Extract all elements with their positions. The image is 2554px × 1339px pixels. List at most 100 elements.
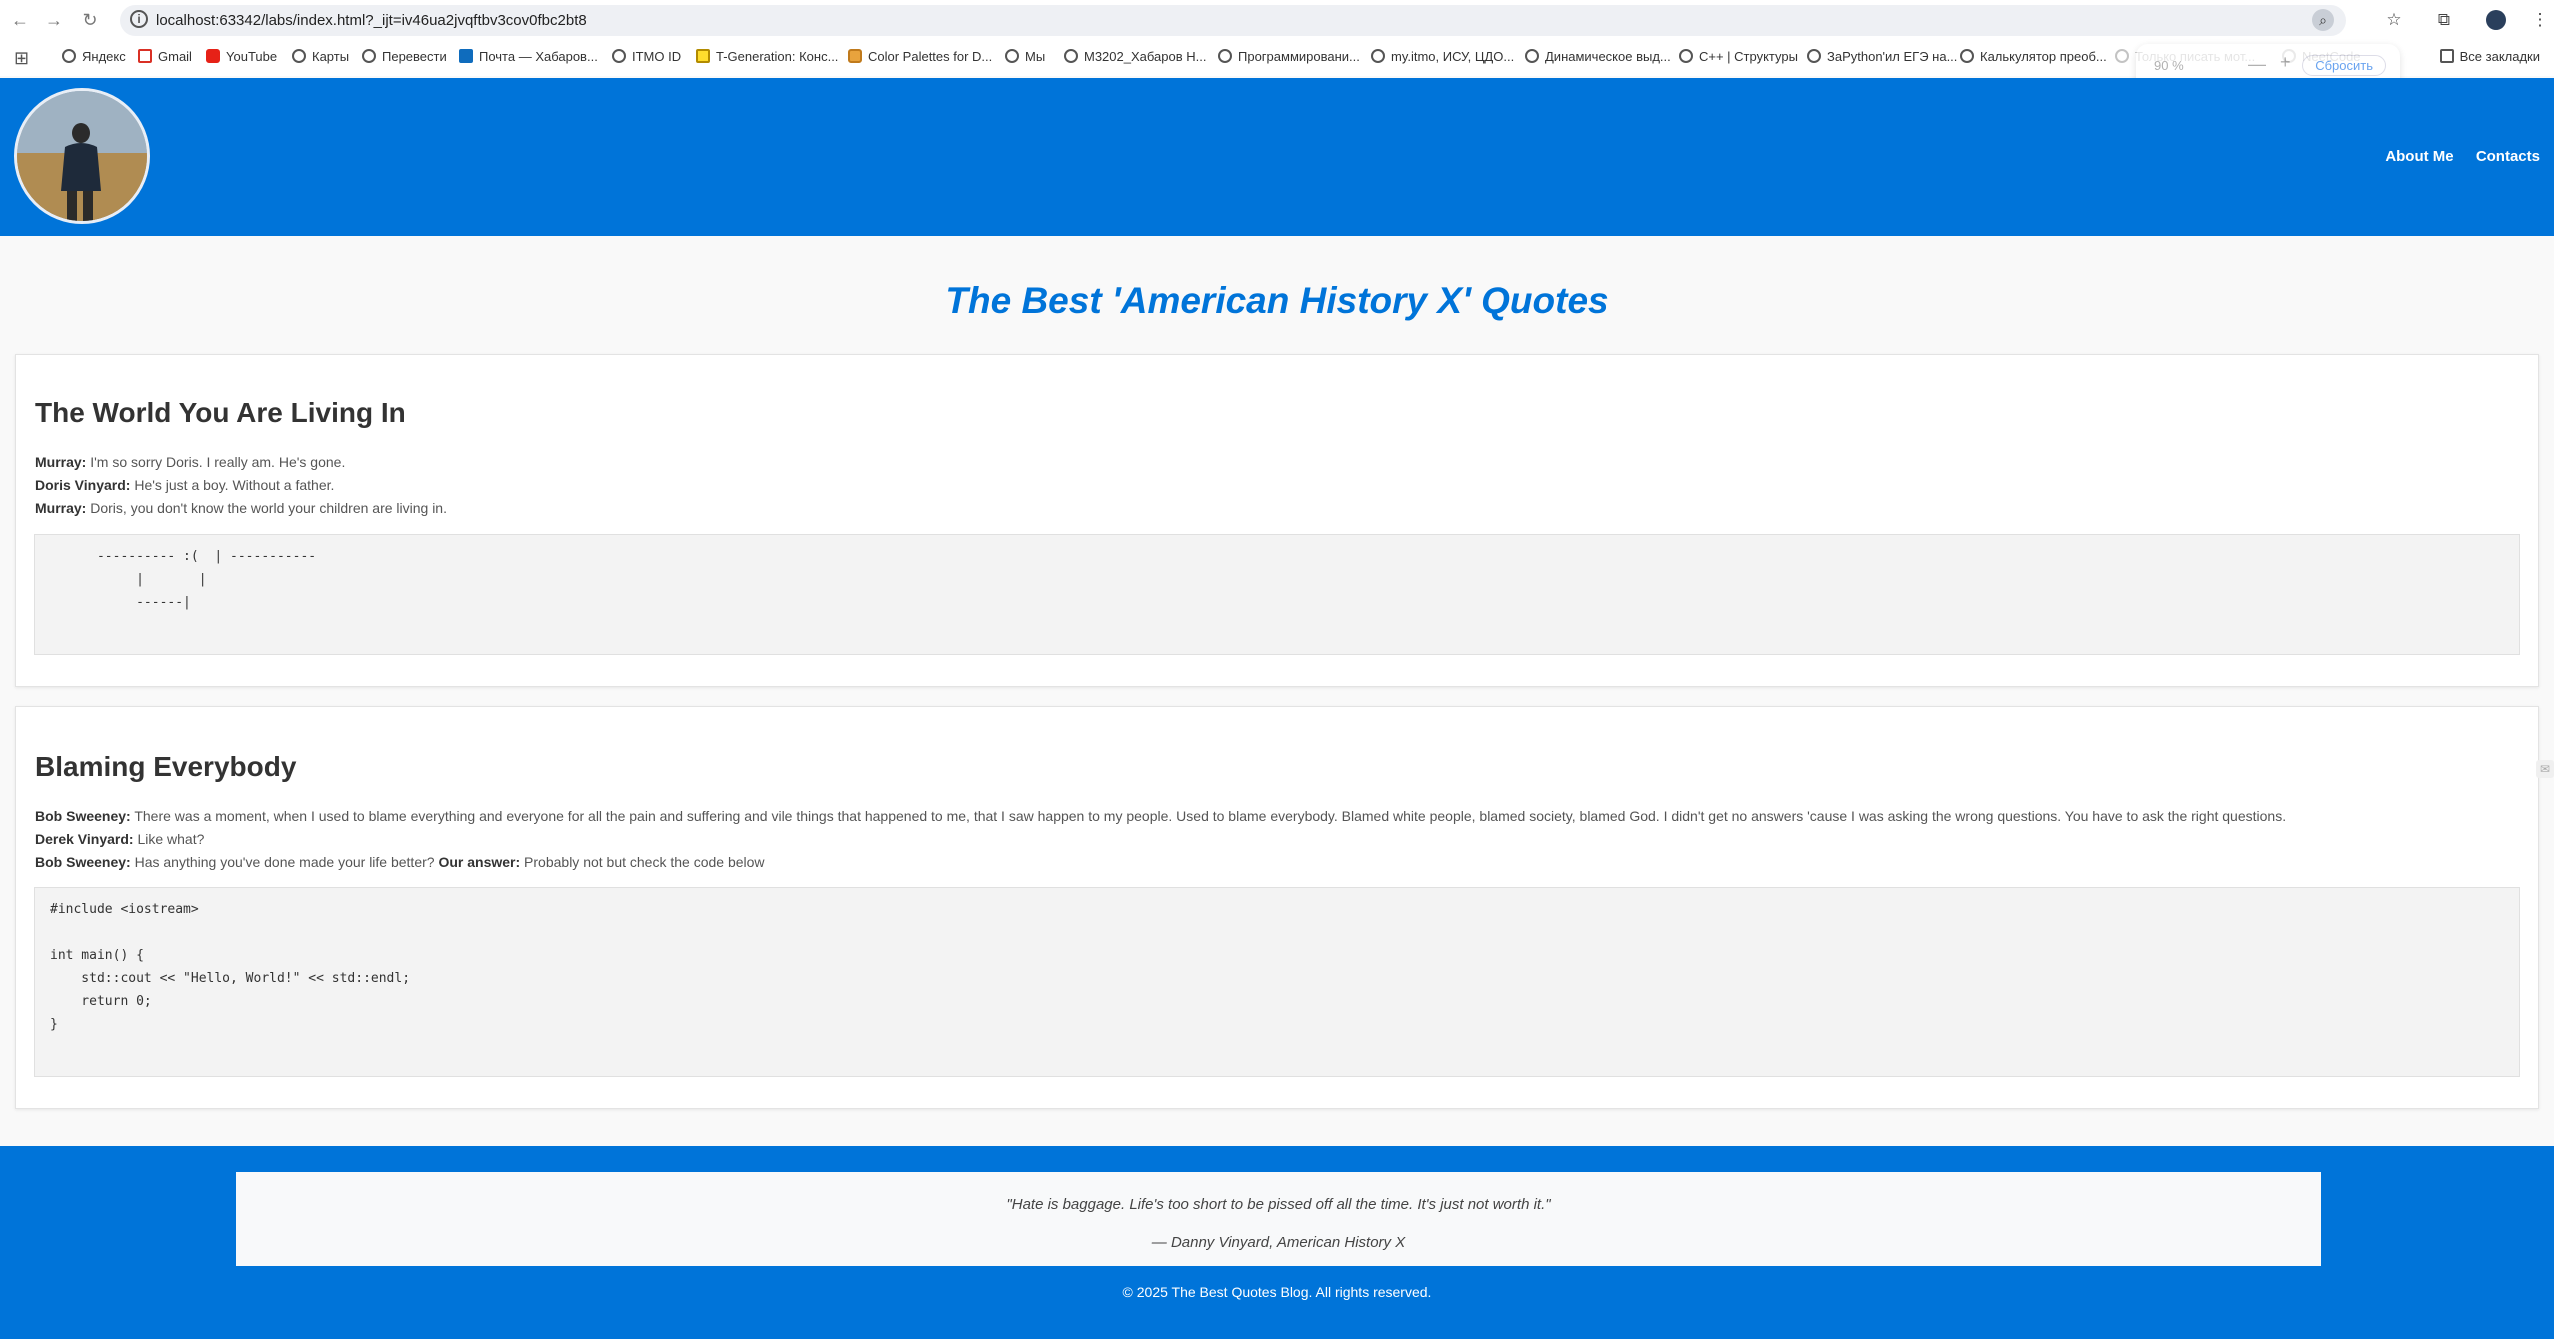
avatar [14, 88, 150, 224]
avatar-photo [17, 91, 147, 221]
globe-icon [1064, 49, 1078, 63]
footer-quote-box: "Hate is baggage. Life's too short to be… [236, 1172, 2321, 1266]
code-block: ---------- :( | ----------- | | ------| [34, 534, 2520, 655]
globe-icon [612, 49, 626, 63]
section-heading: The World You Are Living In [35, 397, 406, 428]
dialogue-text: Like what? [133, 831, 205, 847]
dialogue-text: Doris, you don't know the world your chi… [86, 500, 447, 516]
bookmark-item[interactable]: Почта — Хабаров... [459, 49, 598, 64]
menu-dots-icon[interactable]: ⋮ [2528, 8, 2552, 32]
bookmark-label: YouTube [226, 49, 278, 64]
bookmark-label: Программировани... [1238, 49, 1360, 64]
bookmark-item[interactable]: Динамическое выд... [1525, 49, 1671, 64]
dialogue-text: Has anything you've done made your life … [130, 854, 439, 870]
bookmark-item[interactable]: Color Palettes for D... [848, 49, 992, 64]
bookmark-item[interactable]: M3202_Хабаров Н... [1064, 49, 1206, 64]
site-nav: About Me Contacts [2367, 148, 2540, 165]
dialogue-line: Bob Sweeney: Has anything you've done ma… [35, 854, 765, 870]
bookmark-item[interactable]: Мы [1005, 49, 1045, 64]
extensions-icon[interactable]: ⧉ [2432, 8, 2456, 32]
dialogue-text: He's just a boy. Without a father. [130, 477, 335, 493]
speaker-name: Bob Sweeney: [35, 808, 131, 824]
bookmark-label: Карты [312, 49, 350, 64]
bookmark-item[interactable]: Яндекс [62, 49, 126, 64]
bookmark-label: C++ | Структуры [1699, 49, 1798, 64]
folder-icon [2439, 49, 2454, 63]
dialogue-text: I'm so sorry Doris. I really am. He's go… [86, 454, 346, 470]
reload-icon[interactable]: ↻ [78, 8, 102, 32]
bookmark-item[interactable]: YouTube [206, 49, 277, 64]
bookmark-star-icon[interactable]: ☆ [2382, 8, 2406, 32]
globe-icon [1807, 49, 1821, 63]
site-header: About Me Contacts [0, 78, 2554, 236]
address-bar[interactable]: i localhost:63342/labs/index.html?_ijt=i… [120, 5, 2346, 36]
side-widget-icon[interactable]: ✉ [2536, 760, 2554, 778]
bookmark-label: Почта — Хабаров... [479, 49, 598, 64]
bookmark-label: Мы [1025, 49, 1046, 64]
zoom-reset-button[interactable]: Сбросить [2302, 55, 2386, 76]
bookmark-item[interactable]: Карты [292, 49, 349, 64]
dialogue-line: Bob Sweeney: There was a moment, when I … [35, 808, 2286, 824]
globe-icon [2115, 49, 2129, 63]
zoom-out-button[interactable]: — [2248, 54, 2266, 75]
globe-icon [62, 49, 76, 63]
bookmark-label: Динамическое выд... [1545, 49, 1671, 64]
bookmark-label: ITMO ID [632, 49, 682, 64]
globe-icon [1005, 49, 1019, 63]
globe-icon [292, 49, 306, 63]
site-info-icon[interactable]: i [130, 10, 148, 28]
bookmark-item[interactable]: Программировани... [1218, 49, 1360, 64]
globe-icon [1371, 49, 1385, 63]
dialogue-line: Doris Vinyard: He's just a boy. Without … [35, 477, 334, 493]
footer-quote: "Hate is baggage. Life's too short to be… [1006, 1196, 1551, 1213]
bookmark-item[interactable]: ЗаPython'ил ЕГЭ на... [1807, 49, 1957, 64]
page-title: The Best 'American History X' Quotes [945, 280, 1609, 321]
globe-icon [362, 49, 376, 63]
dialogue-line: Derek Vinyard: Like what? [35, 831, 204, 847]
bookmark-item[interactable]: C++ | Структуры [1679, 49, 1798, 64]
all-bookmarks[interactable]: Все закладки [2439, 49, 2540, 64]
bookmark-item[interactable]: Перевести [362, 49, 447, 64]
youtube-icon [206, 49, 220, 63]
globe-icon [1525, 49, 1539, 63]
our-answer-label: Our answer: [438, 854, 521, 870]
bookmark-label: T-Generation: Конс... [716, 49, 839, 64]
bookmark-item[interactable]: ITMO ID [612, 49, 681, 64]
bookmark-label: Калькулятор преоб... [1980, 49, 2107, 64]
bookmark-item[interactable]: T-Generation: Конс... [696, 49, 838, 64]
globe-icon [1218, 49, 1232, 63]
zoom-level: 90 % [2154, 58, 2184, 73]
forward-icon[interactable]: → [42, 8, 66, 32]
bookmark-label: M3202_Хабаров Н... [1084, 49, 1207, 64]
dialogue-line: Murray: Doris, you don't know the world … [35, 500, 447, 516]
speaker-name: Doris Vinyard: [35, 477, 131, 493]
tgen-icon [696, 49, 710, 63]
globe-icon [1960, 49, 1974, 63]
nav-contacts[interactable]: Contacts [2476, 148, 2540, 165]
code-block: #include <iostream> int main() { std::co… [34, 887, 2520, 1077]
section-heading: Blaming Everybody [35, 751, 297, 782]
site-footer: "Hate is baggage. Life's too short to be… [0, 1146, 2554, 1339]
dialogue-text: There was a moment, when I used to blame… [130, 808, 2287, 824]
dialogue-line: Murray: I'm so sorry Doris. I really am.… [35, 454, 345, 470]
palette-icon [848, 49, 862, 63]
gmail-icon [138, 49, 152, 63]
quote-card: Blaming Everybody Bob Sweeney: There was… [15, 706, 2539, 1109]
profile-avatar[interactable] [2486, 10, 2506, 30]
zoom-icon[interactable]: ⌕ [2312, 9, 2334, 31]
zoom-in-button[interactable]: + [2280, 52, 2291, 73]
back-icon[interactable]: ← [8, 8, 32, 32]
nav-about-me[interactable]: About Me [2385, 148, 2453, 165]
dialogue-text: Probably not but check the code below [520, 854, 765, 870]
bookmark-label: Gmail [158, 49, 192, 64]
quote-card: The World You Are Living In Murray: I'm … [15, 354, 2539, 687]
url-text[interactable]: localhost:63342/labs/index.html?_ijt=iv4… [156, 12, 587, 29]
bookmark-item[interactable]: Gmail [138, 49, 192, 64]
apps-grid-icon[interactable]: ⊞ [14, 48, 29, 69]
copyright: © 2025 The Best Quotes Blog. All rights … [1122, 1284, 1432, 1300]
browser-toolbar: ← → ↻ i localhost:63342/labs/index.html?… [0, 0, 2554, 40]
bookmark-label: my.itmo, ИСУ, ЦДО... [1391, 49, 1515, 64]
bookmark-item[interactable]: Калькулятор преоб... [1960, 49, 2107, 64]
bookmark-label: Яндекс [82, 49, 126, 64]
bookmark-item[interactable]: my.itmo, ИСУ, ЦДО... [1371, 49, 1514, 64]
